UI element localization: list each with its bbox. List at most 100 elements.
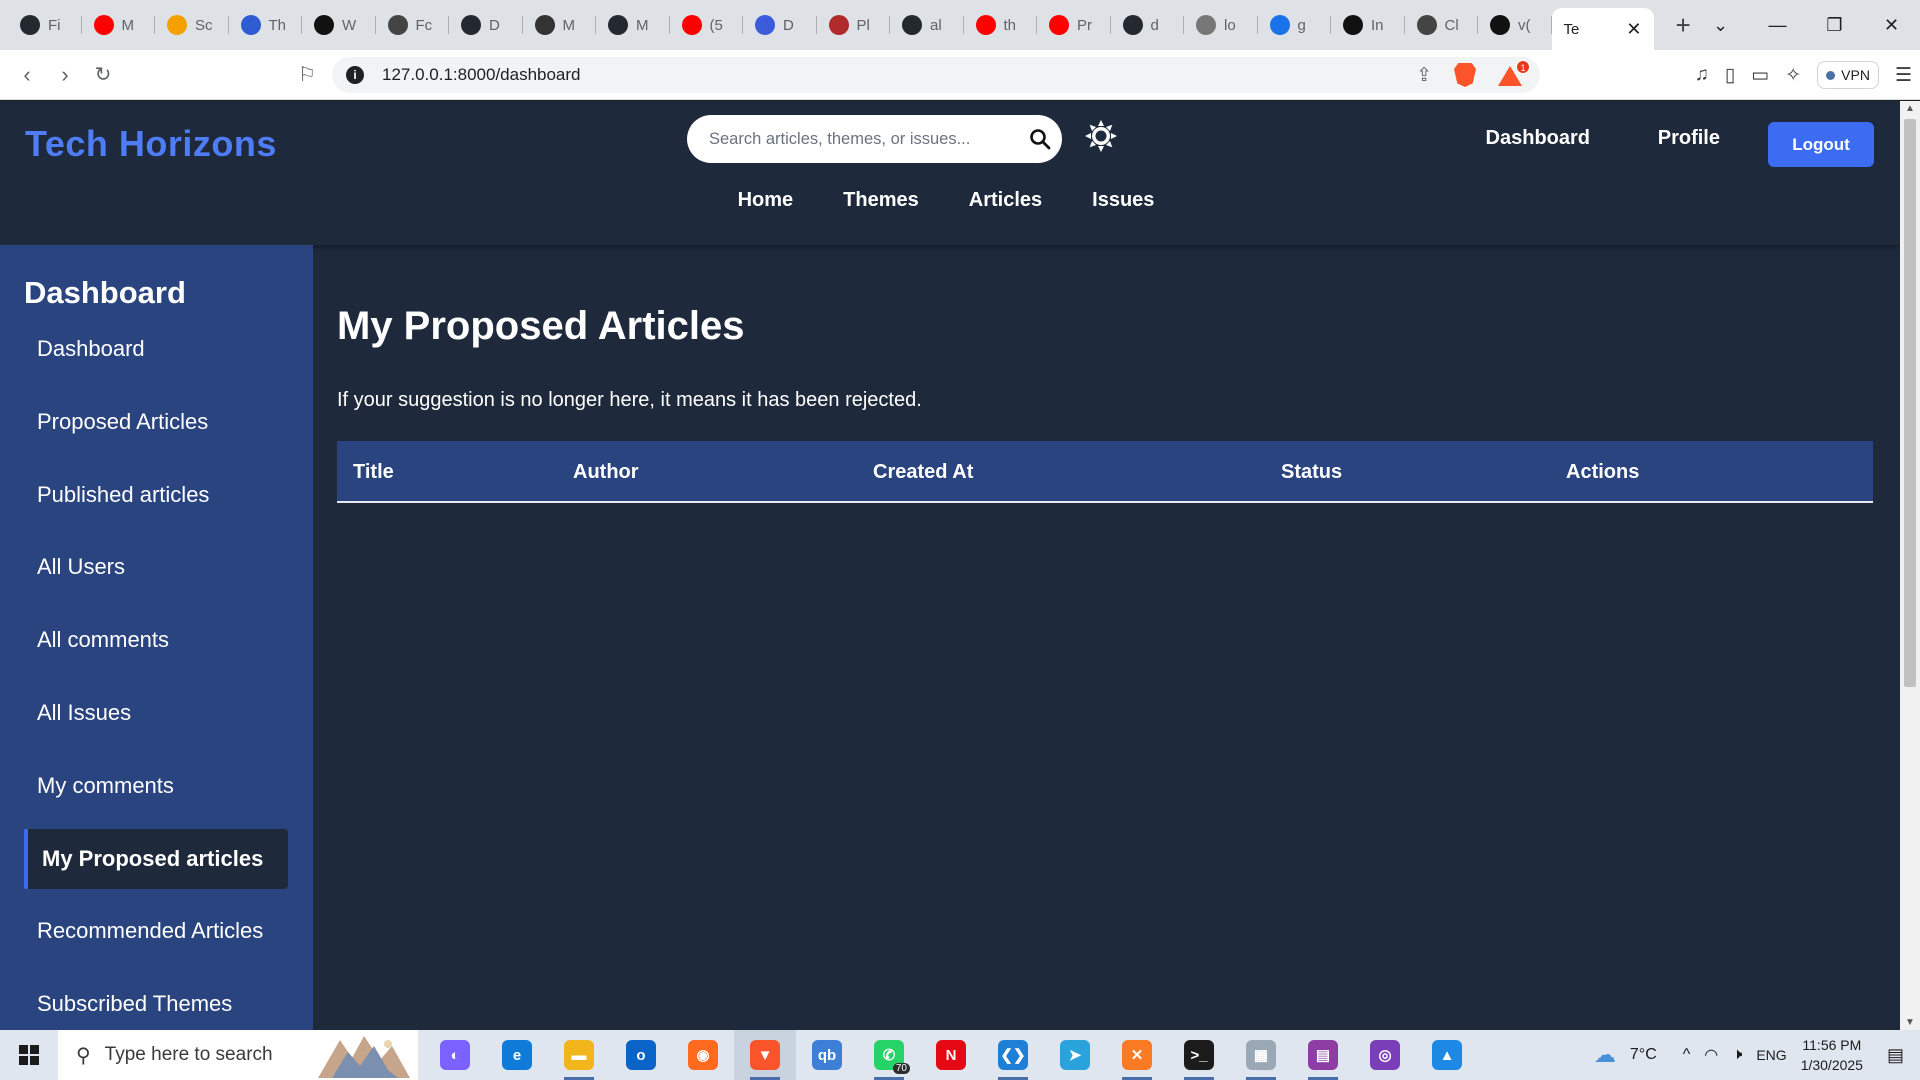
- page-scrollbar[interactable]: ▲ ▼: [1900, 101, 1920, 1030]
- share-icon[interactable]: ⇪: [1416, 64, 1432, 87]
- url-text[interactable]: 127.0.0.1:8000/dashboard: [382, 65, 581, 85]
- nav-profile[interactable]: Profile: [1658, 127, 1720, 150]
- new-tab-button[interactable]: +: [1676, 12, 1691, 38]
- sidebar-item-published-articles[interactable]: Published articles: [24, 465, 288, 525]
- taskbar-app[interactable]: ✕: [1106, 1030, 1168, 1080]
- active-tab[interactable]: Te ✕: [1551, 8, 1654, 50]
- browser-tab[interactable]: D: [743, 0, 817, 50]
- browser-tab[interactable]: d: [1111, 0, 1185, 50]
- weather-icon[interactable]: ☁: [1594, 1042, 1616, 1068]
- volume-icon[interactable]: 🕨: [1732, 1046, 1742, 1064]
- scrollbar-thumb[interactable]: [1904, 119, 1916, 687]
- scroll-down-icon[interactable]: ▼: [1900, 1017, 1920, 1028]
- search-input[interactable]: [709, 129, 1009, 149]
- close-window-icon[interactable]: ✕: [1863, 15, 1920, 36]
- restore-icon[interactable]: ❐: [1806, 15, 1863, 36]
- browser-tab[interactable]: Pl: [817, 0, 891, 50]
- sidebar-item-my-proposed-articles[interactable]: My Proposed articles: [24, 828, 288, 889]
- media-icon[interactable]: ♫: [1695, 64, 1709, 86]
- taskbar-search[interactable]: ⚲ Type here to search: [58, 1030, 418, 1080]
- sidebar-item-label: All Users: [37, 554, 126, 580]
- tab-search-icon[interactable]: ⌄: [1692, 15, 1749, 36]
- search-icon[interactable]: [1028, 127, 1052, 151]
- browser-tab[interactable]: D: [449, 0, 523, 50]
- clock[interactable]: 11:56 PM 1/30/2025: [1801, 1035, 1863, 1075]
- close-tab-icon[interactable]: ✕: [1626, 19, 1641, 40]
- taskbar-app[interactable]: N: [920, 1030, 982, 1080]
- nav-articles[interactable]: Articles: [969, 189, 1042, 212]
- taskbar-app[interactable]: qb: [796, 1030, 858, 1080]
- browser-tab[interactable]: M: [523, 0, 597, 50]
- browser-tab[interactable]: In: [1331, 0, 1405, 50]
- nav-issues[interactable]: Issues: [1092, 189, 1154, 212]
- browser-tab[interactable]: Sc: [155, 0, 229, 50]
- notifications-icon[interactable]: ▤: [1887, 1045, 1904, 1066]
- sidebar-item-my-comments[interactable]: My comments: [24, 756, 288, 816]
- browser-tab[interactable]: al: [890, 0, 964, 50]
- sidebar-item-dashboard[interactable]: Dashboard: [24, 319, 288, 379]
- sidebar-item-proposed-articles[interactable]: Proposed Articles: [24, 392, 288, 452]
- browser-tab[interactable]: Cl: [1405, 0, 1479, 50]
- bookmark-icon[interactable]: ⚐: [288, 62, 326, 87]
- taskbar-app[interactable]: ▬: [548, 1030, 610, 1080]
- nav-dashboard[interactable]: Dashboard: [1486, 127, 1590, 150]
- scroll-up-icon[interactable]: ▲: [1900, 103, 1920, 114]
- leo-ai-icon[interactable]: ✧: [1785, 64, 1801, 87]
- menu-icon[interactable]: ☰: [1895, 64, 1912, 87]
- tray-overflow-icon[interactable]: ^: [1683, 1046, 1691, 1064]
- sidebar-item-all-comments[interactable]: All comments: [24, 610, 288, 670]
- taskbar-app[interactable]: ◎: [1354, 1030, 1416, 1080]
- site-info-icon[interactable]: i: [346, 66, 364, 84]
- language-indicator[interactable]: ENG: [1756, 1047, 1786, 1063]
- taskbar-app[interactable]: ▦: [1230, 1030, 1292, 1080]
- browser-tab[interactable]: g: [1258, 0, 1332, 50]
- nav-home[interactable]: Home: [738, 189, 794, 212]
- browser-tab[interactable]: Pr: [1037, 0, 1111, 50]
- taskbar-app[interactable]: ✆ 70: [858, 1030, 920, 1080]
- wallet-icon[interactable]: ▭: [1751, 64, 1769, 87]
- taskbar-app[interactable]: ◉: [672, 1030, 734, 1080]
- browser-tab[interactable]: W: [302, 0, 376, 50]
- taskbar-app[interactable]: ▲: [1416, 1030, 1478, 1080]
- browser-tab[interactable]: v(: [1478, 0, 1552, 50]
- browser-tab[interactable]: M: [82, 0, 156, 50]
- page-title: My Proposed Articles: [337, 304, 745, 348]
- forward-icon[interactable]: ›: [46, 62, 84, 88]
- weather-temp[interactable]: 7°C: [1630, 1046, 1657, 1064]
- sidebar-item-all-issues[interactable]: All Issues: [24, 683, 288, 743]
- github-icon: [902, 15, 922, 35]
- browser-tab[interactable]: Fc: [376, 0, 450, 50]
- taskbar-app[interactable]: ▤: [1292, 1030, 1354, 1080]
- browser-tab-label: M: [562, 16, 576, 34]
- sidebar-item-subscribed-themes[interactable]: Subscribed Themes: [24, 974, 288, 1030]
- sun-icon[interactable]: [1084, 119, 1118, 153]
- taskbar-app[interactable]: o: [610, 1030, 672, 1080]
- vpn-button[interactable]: VPN: [1817, 61, 1879, 89]
- taskbar-app[interactable]: ❮❯: [982, 1030, 1044, 1080]
- site-logo[interactable]: Tech Horizons: [25, 123, 277, 165]
- taskbar-app[interactable]: ➤: [1044, 1030, 1106, 1080]
- minimize-icon[interactable]: —: [1749, 15, 1806, 36]
- browser-tab[interactable]: Th: [229, 0, 303, 50]
- wifi-icon[interactable]: ◠: [1704, 1045, 1718, 1065]
- reload-icon[interactable]: ↻: [84, 62, 122, 87]
- browser-tab[interactable]: th: [964, 0, 1038, 50]
- browser-tab[interactable]: Fi: [8, 0, 82, 50]
- browser-tab[interactable]: (5: [670, 0, 744, 50]
- windows-start-icon[interactable]: [0, 1045, 58, 1065]
- taskbar-app[interactable]: >_: [1168, 1030, 1230, 1080]
- sidebar-toggle-icon[interactable]: ▯: [1725, 64, 1735, 87]
- sidebar-item-recommended-articles[interactable]: Recommended Articles: [24, 901, 288, 961]
- address-bar[interactable]: i 127.0.0.1:8000/dashboard ⇪ 1: [332, 57, 1540, 93]
- taskbar-app[interactable]: e: [486, 1030, 548, 1080]
- brave-rewards-icon[interactable]: 1: [1498, 60, 1530, 86]
- taskbar-app[interactable]: ▼: [734, 1030, 796, 1080]
- browser-tab[interactable]: M: [596, 0, 670, 50]
- nav-themes[interactable]: Themes: [843, 189, 919, 212]
- back-icon[interactable]: ‹: [8, 62, 46, 88]
- logout-button[interactable]: Logout: [1768, 122, 1874, 167]
- taskbar-app[interactable]: ◐: [424, 1030, 486, 1080]
- browser-tab[interactable]: lo: [1184, 0, 1258, 50]
- brave-shields-icon[interactable]: [1454, 63, 1476, 87]
- sidebar-item-all-users[interactable]: All Users: [24, 537, 288, 597]
